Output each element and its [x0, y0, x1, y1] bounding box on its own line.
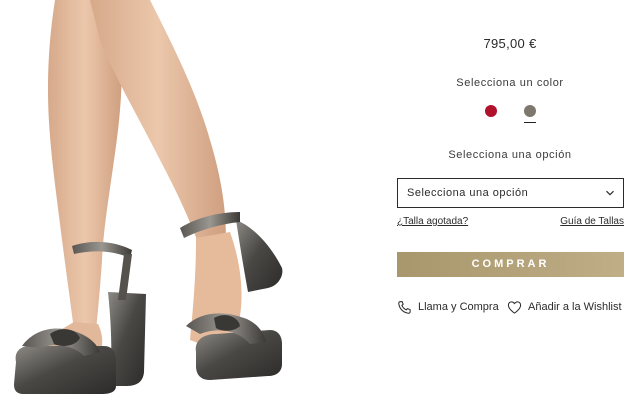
- right-platform: [195, 330, 282, 380]
- product-image: [0, 0, 390, 420]
- product-details-panel: 795,00 € Selecciona un color Selecciona …: [390, 0, 630, 420]
- left-platform: [14, 346, 116, 394]
- color-swatch-gunmetal[interactable]: [524, 105, 536, 117]
- chevron-down-icon: [606, 190, 614, 196]
- size-select-value: Selecciona una opción: [407, 187, 529, 199]
- color-selector-label: Selecciona un color: [456, 77, 564, 89]
- sold-out-size-link[interactable]: ¿Talla agotada?: [397, 216, 468, 227]
- color-swatch-red[interactable]: [485, 105, 497, 117]
- call-and-buy-button[interactable]: Llama y Compra: [397, 298, 499, 316]
- product-price: 795,00 €: [483, 36, 537, 51]
- size-selector-label: Selecciona una opción: [448, 149, 572, 161]
- add-to-wishlist-label: Añadir a la Wishlist: [528, 301, 622, 313]
- heart-icon: [507, 300, 522, 314]
- sandals-illustration: [14, 0, 283, 394]
- buy-button[interactable]: COMPRAR: [397, 252, 624, 277]
- size-select[interactable]: Selecciona una opción: [397, 178, 624, 208]
- right-sandal-heel: [236, 220, 283, 292]
- add-to-wishlist-button[interactable]: Añadir a la Wishlist: [507, 298, 622, 316]
- phone-icon: [398, 300, 411, 314]
- size-guide-link[interactable]: Guía de Tallas: [560, 216, 624, 227]
- call-and-buy-label: Llama y Compra: [418, 301, 499, 313]
- selected-swatch-indicator: [524, 122, 536, 123]
